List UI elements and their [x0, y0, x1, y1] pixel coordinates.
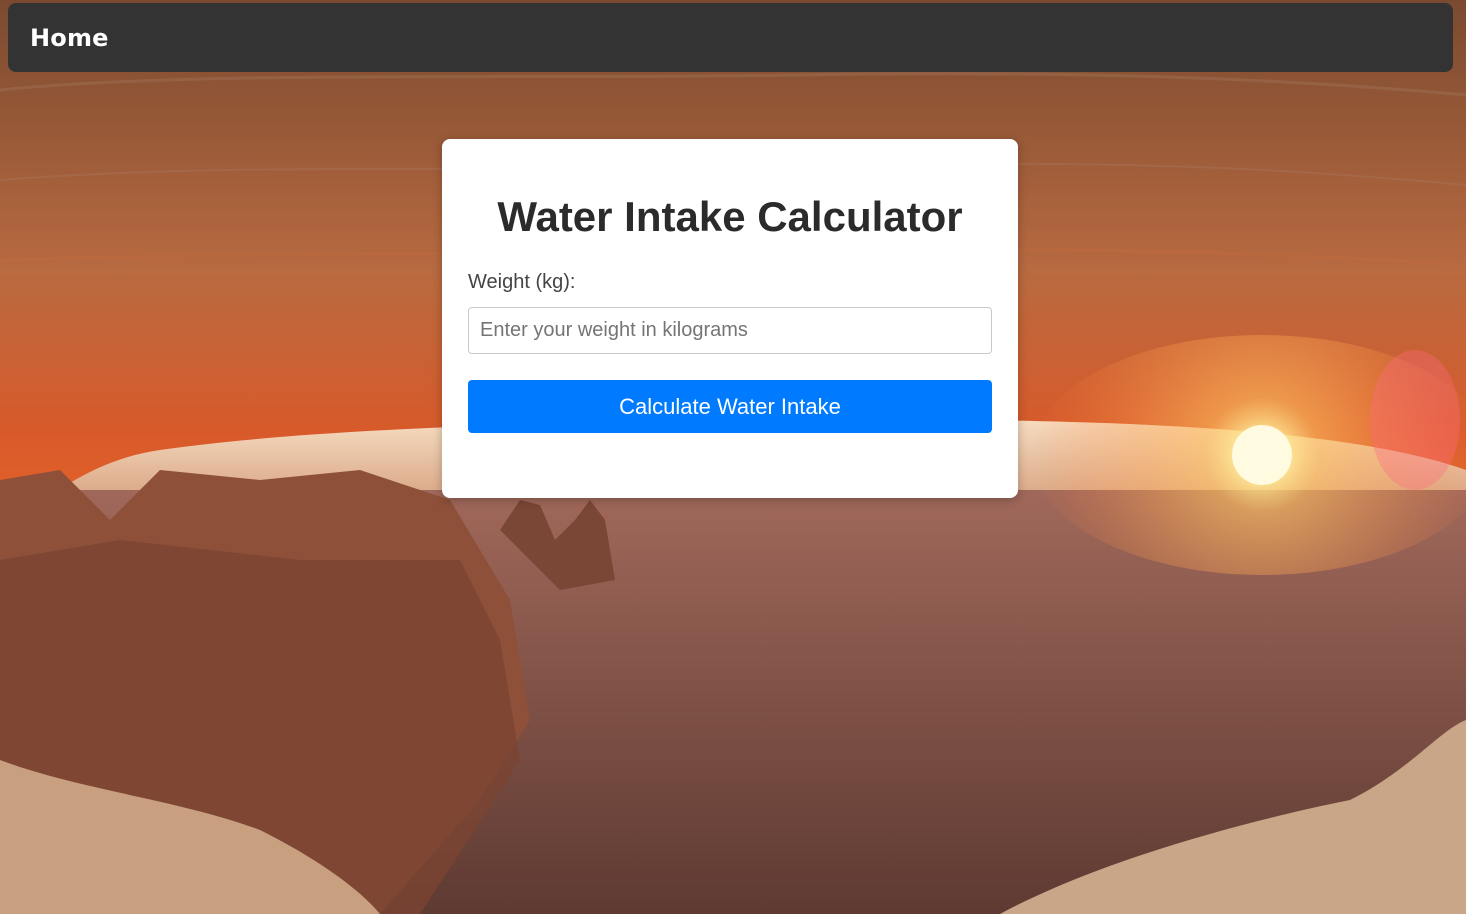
calculate-water-intake-button[interactable]: Calculate Water Intake	[468, 380, 992, 433]
weight-label: Weight (kg):	[468, 271, 576, 293]
weight-input[interactable]	[468, 307, 992, 354]
nav-home-link[interactable]: Home	[30, 24, 109, 52]
calculator-card: Water Intake Calculator Weight (kg): Cal…	[442, 139, 1018, 498]
top-navbar: Home	[8, 3, 1453, 72]
page-title: Water Intake Calculator	[497, 193, 963, 240]
